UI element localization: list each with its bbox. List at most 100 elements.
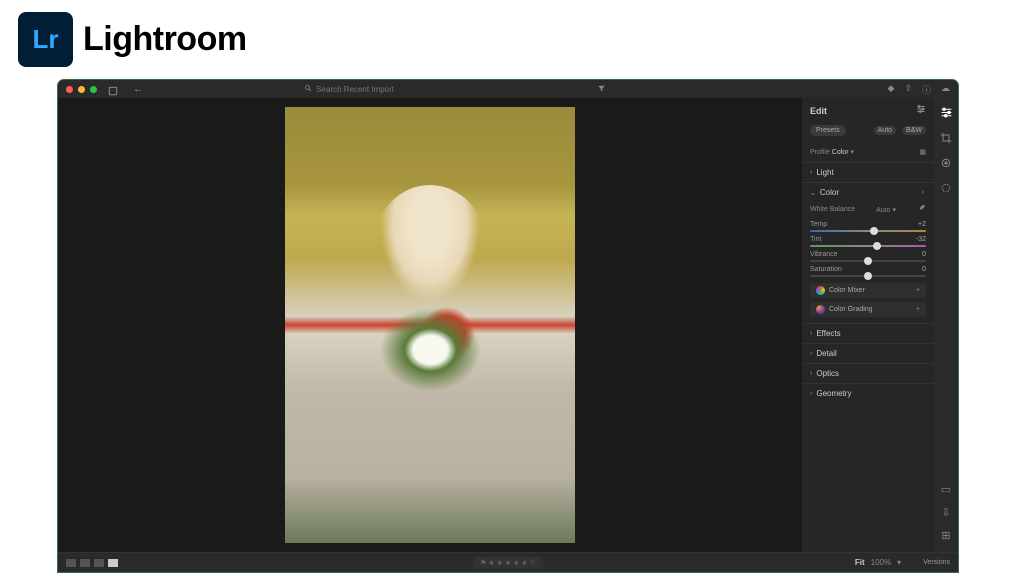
versions-tool-icon[interactable]: ▭ (941, 483, 951, 496)
slider-thumb[interactable] (873, 242, 881, 250)
compare-view-icon[interactable] (80, 559, 90, 567)
chevron-right-icon: › (810, 390, 812, 397)
cloud-icon[interactable]: ☁ (941, 83, 950, 96)
section-detail[interactable]: › Detail (802, 344, 934, 363)
titlebar: ← ◆ ⇧ ⓘ ☁ (58, 80, 958, 98)
single-view-icon[interactable] (108, 559, 118, 567)
profile-value: Color (832, 149, 849, 156)
section-optics-label: Optics (816, 369, 926, 378)
chevron-down-icon: ▾ (850, 149, 854, 156)
section-color[interactable]: ⌄ Color ◐ (802, 183, 934, 202)
zoom-value[interactable]: 100% (871, 558, 891, 567)
slider-vibrance-value: 0 (922, 251, 926, 258)
grid-view-icon[interactable] (66, 559, 76, 567)
slider-tint[interactable]: Tint -32 (810, 234, 926, 249)
chevron-right-icon: › (810, 350, 812, 357)
section-effects[interactable]: › Effects (802, 324, 934, 343)
slider-vibrance[interactable]: Vibrance 0 (810, 249, 926, 264)
main-body: Edit Presets Auto B&W Profile Color ▾ ▦ … (58, 98, 958, 552)
section-light-label: Light (816, 168, 926, 177)
color-section-body: White Balance Auto ▾ Temp+2 Tint-32 (802, 202, 934, 323)
presets-button[interactable]: Presets (810, 125, 846, 136)
slider-saturation-value: 0 (922, 266, 926, 273)
edit-panel: Edit Presets Auto B&W Profile Color ▾ ▦ … (802, 98, 934, 552)
healing-tool-icon[interactable] (940, 157, 952, 172)
canvas-area[interactable] (58, 98, 802, 552)
crop-tool-icon[interactable] (940, 132, 952, 147)
info-icon[interactable]: ⓘ (922, 83, 931, 96)
photo-preview[interactable] (285, 107, 575, 543)
section-effects-label: Effects (816, 329, 926, 338)
color-mixer-label: Color Mixer (829, 287, 865, 294)
profile-browse-icon[interactable]: ▦ (919, 148, 926, 156)
expand-icon: + (916, 287, 920, 294)
auto-button[interactable]: Auto (874, 126, 896, 135)
flag-icon[interactable]: ⚑ (480, 559, 486, 567)
titlebar-actions: ◆ ⇧ ⓘ ☁ (888, 83, 950, 96)
expand-icon: + (916, 306, 920, 313)
slider-saturation[interactable]: Saturation 0 (810, 264, 926, 279)
color-mixer-icon (816, 286, 825, 295)
eyedropper-icon[interactable] (917, 204, 926, 215)
window-zoom-icon[interactable] (90, 86, 97, 93)
rating-stars[interactable]: ⚑ ★ ★ ★ ★ ★ ⚐ (472, 557, 544, 569)
section-detail-label: Detail (816, 349, 926, 358)
profile-row[interactable]: Profile Color ▾ ▦ (802, 142, 934, 162)
panel-settings-icon[interactable] (916, 104, 926, 117)
slider-tint-label: Tint (810, 236, 821, 243)
reject-flag-icon[interactable]: ⚐ (530, 559, 536, 567)
star-rating[interactable]: ★ ★ ★ ★ ★ (488, 559, 527, 567)
color-mixer-button[interactable]: Color Mixer + (810, 283, 926, 298)
share-icon[interactable]: ⇧ (904, 83, 912, 96)
brand-header: Lr Lightroom (0, 0, 1024, 79)
back-arrow-icon[interactable]: ← (133, 84, 143, 95)
search-input[interactable] (316, 85, 436, 94)
slider-thumb[interactable] (870, 227, 878, 235)
lightroom-logo-icon: Lr (18, 12, 73, 67)
filter-icon[interactable] (597, 84, 606, 95)
versions-button[interactable]: Versions (923, 559, 950, 566)
section-optics[interactable]: ›Optics (802, 364, 934, 383)
edit-tool-icon[interactable] (940, 106, 953, 122)
export-tool-icon[interactable]: ⇩ (941, 506, 950, 519)
section-geometry[interactable]: › Geometry (802, 384, 934, 403)
brand-name: Lightroom (83, 20, 247, 59)
bw-button[interactable]: B&W (902, 126, 926, 135)
search-icon (304, 84, 312, 94)
section-geometry-label: Geometry (816, 389, 926, 398)
slider-saturation-label: Saturation (810, 266, 842, 273)
wb-label: White Balance (810, 206, 855, 213)
edit-panel-title: Edit (810, 106, 827, 116)
slider-temp[interactable]: Temp+2 (810, 219, 926, 234)
home-icon[interactable] (108, 83, 120, 95)
app-window: ← ◆ ⇧ ⓘ ☁ Edit (58, 80, 958, 572)
fit-label[interactable]: Fit (855, 558, 865, 567)
slider-tint-value: -32 (916, 236, 926, 243)
wb-value[interactable]: Auto (876, 207, 890, 214)
zoom-chevron-icon[interactable]: ▾ (897, 558, 901, 567)
mask-tool-icon[interactable] (940, 182, 952, 197)
color-grading-icon (816, 305, 825, 314)
profile-label: Profile (810, 149, 830, 156)
section-color-label: Color (820, 188, 918, 197)
slider-temp-value: +2 (918, 221, 926, 228)
view-mode-switcher[interactable] (66, 559, 118, 567)
grid-tool-icon[interactable]: ⊞ (941, 529, 950, 542)
detail-view-icon[interactable] (94, 559, 104, 567)
slider-thumb[interactable] (864, 257, 872, 265)
slider-vibrance-label: Vibrance (810, 251, 838, 258)
chevron-down-icon: ⌄ (810, 189, 816, 197)
chevron-right-icon: › (810, 169, 812, 176)
search-bar[interactable] (304, 84, 436, 94)
window-close-icon[interactable] (66, 86, 73, 93)
color-grading-label: Color Grading (829, 306, 873, 313)
chevron-right-icon: › (810, 330, 812, 337)
color-grading-button[interactable]: Color Grading + (810, 302, 926, 317)
tag-icon[interactable]: ◆ (888, 83, 895, 96)
visibility-icon[interactable]: ◐ (922, 189, 926, 196)
window-minimize-icon[interactable] (78, 86, 85, 93)
slider-thumb[interactable] (864, 272, 872, 280)
bottom-bar: ⚑ ★ ★ ★ ★ ★ ⚐ Fit 100% ▾ Versions (58, 552, 958, 572)
section-light[interactable]: › Light (802, 163, 934, 182)
tool-strip: ▭ ⇩ ⊞ (934, 98, 958, 552)
